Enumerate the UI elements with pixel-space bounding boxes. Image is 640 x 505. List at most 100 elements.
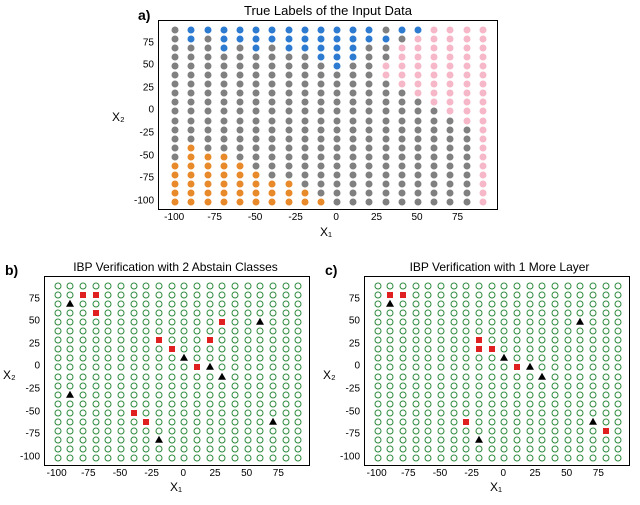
verified-point [590, 319, 597, 326]
verified-point [181, 409, 188, 416]
data-point [334, 99, 341, 106]
verified-point [514, 292, 521, 299]
verified-point [295, 409, 302, 416]
verified-point [232, 418, 239, 425]
data-point [188, 63, 195, 70]
verified-point [105, 418, 112, 425]
verified-point [194, 418, 201, 425]
verified-point [194, 436, 201, 443]
verified-point [387, 310, 394, 317]
verified-point [270, 454, 277, 461]
data-point [172, 198, 179, 205]
verified-point [105, 445, 112, 452]
verified-point [118, 418, 125, 425]
data-point [253, 81, 260, 88]
verified-point [219, 337, 226, 344]
verified-point [270, 400, 277, 407]
data-point [350, 180, 357, 187]
verified-point [118, 292, 125, 299]
data-point [317, 27, 324, 34]
verified-point [501, 337, 508, 344]
verified-point [387, 364, 394, 371]
verified-point [156, 355, 163, 362]
verified-point [501, 409, 508, 416]
data-point [479, 144, 486, 151]
data-point [301, 126, 308, 133]
verified-point [602, 364, 609, 371]
data-point [415, 180, 422, 187]
data-point [172, 126, 179, 133]
data-point [431, 81, 438, 88]
verified-point [387, 373, 394, 380]
verified-point [67, 328, 74, 335]
verified-point [244, 391, 251, 398]
verified-point [577, 409, 584, 416]
verified-point [400, 391, 407, 398]
verified-point [105, 400, 112, 407]
verified-point [425, 355, 432, 362]
data-point [172, 36, 179, 43]
verified-point [232, 391, 239, 398]
data-point [220, 45, 227, 52]
data-point [334, 153, 341, 160]
data-point [382, 144, 389, 151]
unverified-point [400, 292, 406, 298]
xtick: -25 [281, 212, 311, 223]
verified-point [564, 445, 571, 452]
verified-point [282, 454, 289, 461]
verified-point [501, 319, 508, 326]
data-point [366, 27, 373, 34]
verified-point [488, 373, 495, 380]
verified-point [219, 292, 226, 299]
data-point [479, 81, 486, 88]
data-point [301, 117, 308, 124]
verified-point [295, 373, 302, 380]
verified-point [130, 427, 137, 434]
verified-point [295, 364, 302, 371]
verified-point [463, 454, 470, 461]
verified-point [615, 355, 622, 362]
verified-point [539, 292, 546, 299]
ytick: -100 [10, 451, 40, 462]
data-point [253, 189, 260, 196]
verified-point [590, 283, 597, 290]
verified-point [539, 346, 546, 353]
verified-point [476, 301, 483, 308]
verified-point [282, 418, 289, 425]
verified-point [476, 382, 483, 389]
data-point [204, 72, 211, 79]
verified-point [206, 418, 213, 425]
data-point [415, 72, 422, 79]
verified-point [206, 346, 213, 353]
verified-point [539, 319, 546, 326]
data-point [382, 171, 389, 178]
data-point [479, 90, 486, 97]
verified-point [143, 328, 150, 335]
verified-point [282, 319, 289, 326]
verified-point [244, 301, 251, 308]
verified-point [615, 382, 622, 389]
ytick: 0 [330, 361, 360, 372]
verified-point [92, 445, 99, 452]
verified-point [244, 355, 251, 362]
verified-point [194, 328, 201, 335]
verified-point [577, 328, 584, 335]
xtick: 25 [520, 468, 550, 479]
verified-point [80, 454, 87, 461]
verified-point [130, 445, 137, 452]
ytick: 50 [10, 316, 40, 327]
xtick: -75 [73, 468, 103, 479]
data-point [188, 144, 195, 151]
verified-point [488, 418, 495, 425]
verified-point [232, 400, 239, 407]
data-point [236, 162, 243, 169]
verified-point [92, 346, 99, 353]
data-point [334, 72, 341, 79]
data-point [479, 108, 486, 115]
data-point [285, 63, 292, 70]
verified-point [282, 382, 289, 389]
verified-point [282, 445, 289, 452]
data-point [366, 36, 373, 43]
data-point [334, 45, 341, 52]
verified-point [577, 382, 584, 389]
